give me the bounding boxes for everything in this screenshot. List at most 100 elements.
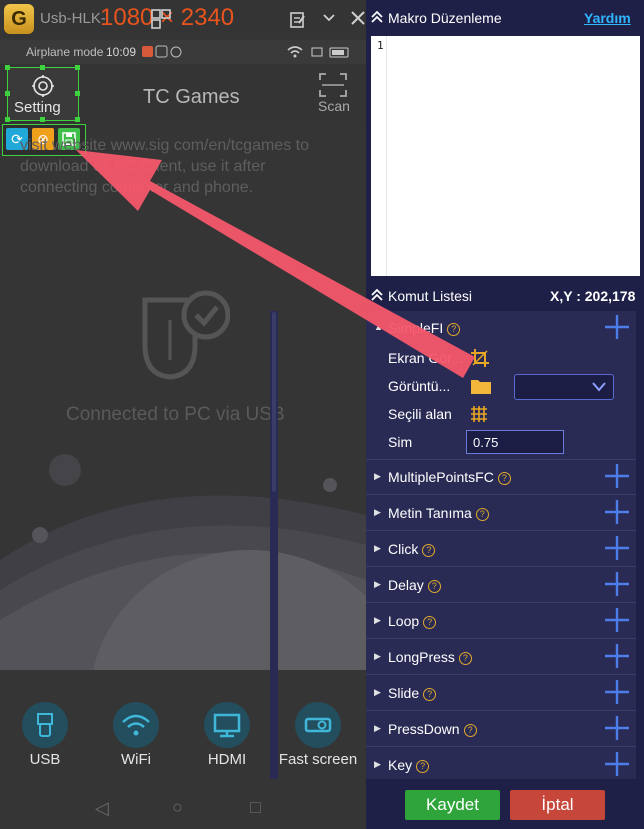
selected-area-label: Seçili alan: [388, 406, 452, 422]
expand-arrow-icon[interactable]: ▶: [374, 543, 381, 554]
command-list-title: Komut Listesi: [388, 288, 473, 304]
similarity-input[interactable]: 0.75: [466, 430, 564, 454]
expand-arrow-icon[interactable]: ▶: [374, 759, 381, 770]
macro-footer: Kaydet İptal: [366, 779, 644, 829]
resize-handle[interactable]: [40, 117, 45, 122]
help-icon[interactable]: ?: [463, 724, 477, 737]
scrollbar-thumb[interactable]: [272, 312, 276, 492]
nav-back-icon[interactable]: ◁: [95, 798, 109, 819]
chevron-down-icon[interactable]: [322, 12, 336, 24]
grid-icon[interactable]: [470, 405, 488, 423]
help-icon[interactable]: ?: [416, 760, 430, 773]
help-icon[interactable]: ?: [497, 472, 511, 485]
help-icon[interactable]: ?: [475, 508, 489, 521]
add-command-icon[interactable]: [604, 499, 630, 525]
resize-handle[interactable]: [40, 65, 45, 70]
add-command-icon[interactable]: [604, 463, 630, 489]
add-command-icon[interactable]: [604, 535, 630, 561]
status-time: 10:09: [106, 45, 137, 59]
app-logo: G: [4, 4, 34, 34]
scan-icon[interactable]: [318, 72, 348, 98]
help-icon[interactable]: ?: [427, 580, 441, 593]
wifi-label: WiFi: [121, 751, 151, 768]
help-icon[interactable]: ?: [447, 323, 461, 336]
command-simplefi-expanded: ▲ SimpleFI? Ekran Gör... Görüntü... Seçi…: [366, 311, 636, 460]
edit-note-icon[interactable]: [288, 10, 308, 30]
line-number: 1: [377, 39, 384, 52]
image-select-dropdown[interactable]: [514, 374, 614, 400]
macro-panel: Makro Düzenleme Yardım 1 Komut Listesi X…: [366, 0, 644, 829]
wifi-battery-icons: [287, 46, 349, 58]
command-row[interactable]: ▶ LongPress?: [366, 640, 636, 675]
notification-icons: [142, 45, 182, 58]
add-command-icon[interactable]: [604, 751, 630, 777]
phone-mirror: G Usb-HLK- 1080 × 2340 Airplane mode 10:…: [0, 0, 366, 829]
expand-arrow-icon[interactable]: ▶: [374, 687, 381, 698]
nav-home-icon[interactable]: ○: [172, 797, 183, 818]
command-row[interactable]: ▶ Slide?: [366, 676, 636, 711]
monitor-icon: [213, 713, 241, 738]
fast-screen-label: Fast screen: [278, 751, 358, 768]
device-name: Usb-HLK-: [40, 10, 106, 27]
expand-arrow-icon[interactable]: ▶: [374, 615, 381, 626]
macro-code-editor[interactable]: 1: [371, 36, 640, 276]
help-icon[interactable]: ?: [423, 688, 437, 701]
command-row[interactable]: ▶ Metin Tanıma?: [366, 496, 636, 531]
nav-recent-icon[interactable]: □: [250, 797, 261, 818]
collapse-icon[interactable]: [371, 288, 383, 302]
resize-handle[interactable]: [5, 65, 10, 70]
command-row[interactable]: ▶ Loop?: [366, 604, 636, 639]
command-name[interactable]: SimpleFI?: [388, 320, 461, 336]
usb-icon: [37, 713, 53, 737]
add-command-icon[interactable]: [604, 314, 630, 340]
hdmi-button[interactable]: [204, 702, 250, 748]
command-list-header: Komut Listesi X,Y : 202,178: [366, 281, 644, 309]
chevron-down-icon: [592, 382, 606, 392]
phone-status-bar: Airplane mode 10:09: [0, 40, 366, 64]
help-icon[interactable]: ?: [458, 652, 472, 665]
command-row[interactable]: ▶ PressDown?: [366, 712, 636, 747]
resize-handle[interactable]: [5, 117, 10, 122]
coordinates-readout: X,Y : 202,178: [550, 288, 636, 304]
cancel-button[interactable]: İptal: [510, 790, 605, 820]
resize-handle[interactable]: [75, 91, 80, 96]
hdmi-label: HDMI: [207, 751, 247, 768]
fast-screen-button[interactable]: [295, 702, 341, 748]
expand-arrow-icon[interactable]: ▶: [374, 723, 381, 734]
help-link[interactable]: Yardım: [584, 10, 631, 26]
save-button[interactable]: Kaydet: [405, 790, 500, 820]
add-command-icon[interactable]: [604, 715, 630, 741]
expand-arrow-icon[interactable]: ▶: [374, 471, 381, 482]
close-icon[interactable]: [349, 9, 366, 27]
decorative-wave: [0, 440, 366, 829]
add-command-icon[interactable]: [604, 643, 630, 669]
wifi-icon: [122, 714, 150, 736]
command-row[interactable]: ▶ MultiplePointsFC?: [366, 460, 636, 495]
usb-shield-icon: [142, 290, 230, 380]
command-row[interactable]: ▶ Click?: [366, 532, 636, 567]
folder-icon[interactable]: [470, 377, 492, 395]
usb-button[interactable]: [22, 702, 68, 748]
resize-handle[interactable]: [75, 65, 80, 70]
command-row[interactable]: ▶ Delay?: [366, 568, 636, 603]
add-command-icon[interactable]: [604, 607, 630, 633]
command-list: ▲ SimpleFI? Ekran Gör... Görüntü... Seçi…: [366, 311, 636, 779]
resize-handle[interactable]: [5, 91, 10, 96]
info-text: visit website www.sig com/en/tcgames to …: [20, 137, 309, 196]
collapse-icon[interactable]: [371, 10, 383, 24]
help-icon[interactable]: ?: [423, 616, 437, 629]
macro-editor-header: Makro Düzenleme Yardım: [366, 0, 644, 36]
add-command-icon[interactable]: [604, 679, 630, 705]
resize-handle[interactable]: [75, 117, 80, 122]
expand-arrow-icon[interactable]: ▶: [374, 507, 381, 518]
expand-arrow-icon[interactable]: ▶: [374, 651, 381, 662]
scan-label: Scan: [318, 98, 350, 114]
help-icon[interactable]: ?: [422, 544, 436, 557]
crop-icon[interactable]: [470, 348, 490, 368]
collapse-arrow-icon[interactable]: ▲: [374, 322, 383, 332]
editor-gutter: [386, 36, 387, 276]
command-row[interactable]: ▶ Key?: [366, 748, 636, 779]
add-command-icon[interactable]: [604, 571, 630, 597]
wifi-button[interactable]: [113, 702, 159, 748]
expand-arrow-icon[interactable]: ▶: [374, 579, 381, 590]
